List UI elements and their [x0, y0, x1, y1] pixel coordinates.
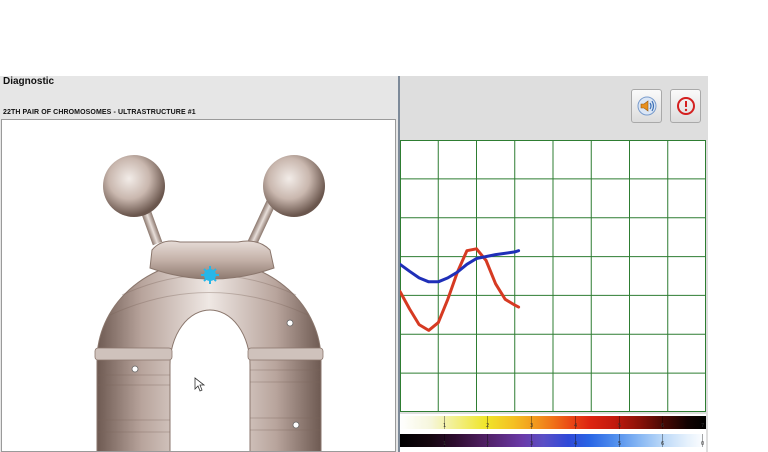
red-signal-line [398, 247, 521, 332]
right-band-ring [247, 347, 324, 361]
scale-number: 4 [574, 423, 578, 429]
point-marker[interactable] [292, 421, 300, 429]
chromosome-image [94, 155, 325, 451]
left-panel: Diagnostic 22TH PAIR OF CHROMOSOMES - UL… [0, 76, 398, 452]
scale-number: 6 [661, 423, 665, 429]
scale-number: 6 [661, 441, 665, 447]
scale-number: 5 [618, 423, 622, 429]
graph-plot [398, 140, 706, 412]
speaker-icon [637, 96, 657, 116]
right-panel: 1 2 3 4 5 6 7 1 2 3 4 5 6 0 [398, 76, 708, 452]
scale-number: 2 [486, 423, 490, 429]
diagnostic-window: Diagnostic 22TH PAIR OF CHROMOSOMES - UL… [0, 76, 708, 452]
point-marker[interactable] [286, 319, 294, 327]
scale-number: 2 [486, 441, 490, 447]
scale-number: 5 [618, 441, 622, 447]
scale-number: 1 [443, 441, 447, 447]
scale-number: 4 [574, 441, 578, 447]
sound-button[interactable] [631, 89, 662, 123]
scale-number: 1 [443, 423, 447, 429]
scale-number: 3 [530, 423, 534, 429]
scale-number: 0 [701, 441, 705, 447]
chromosome-viewer[interactable] [1, 119, 396, 452]
window-title: Diagnostic [3, 76, 55, 87]
mouse-cursor-icon [194, 377, 206, 392]
signal-graph [398, 140, 706, 412]
point-marker[interactable] [131, 365, 139, 373]
right-satellite [263, 155, 325, 217]
left-satellite [103, 155, 165, 217]
left-band-ring [94, 347, 173, 361]
power-button[interactable] [670, 89, 701, 123]
color-scales: 1 2 3 4 5 6 7 1 2 3 4 5 6 0 [400, 414, 706, 452]
viewer-title: 22TH PAIR OF CHROMOSOMES - ULTRASTRUCTUR… [3, 109, 196, 116]
scale-number: 7 [701, 423, 705, 429]
power-icon [677, 97, 695, 115]
scale-number: 3 [530, 441, 534, 447]
